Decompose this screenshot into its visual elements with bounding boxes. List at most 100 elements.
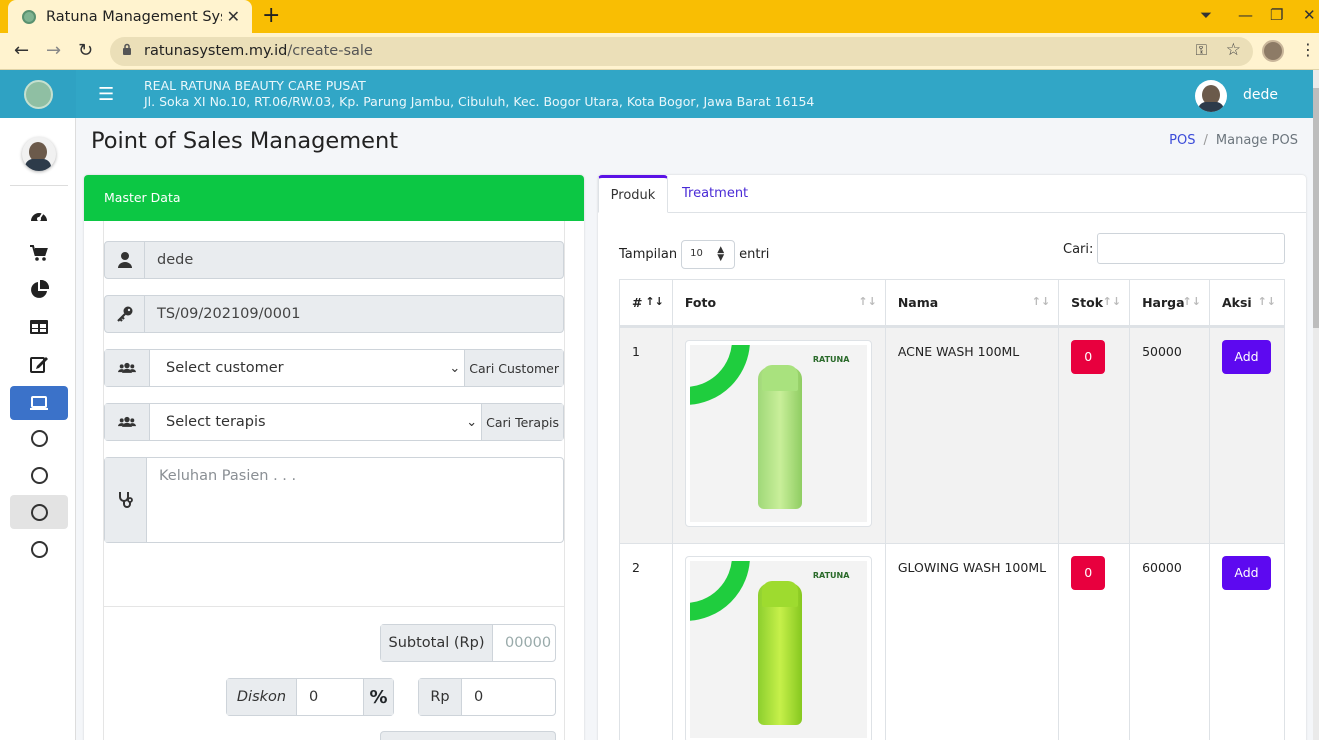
laptop-icon bbox=[30, 396, 48, 410]
row-number: 1 bbox=[619, 326, 673, 544]
edit-icon bbox=[30, 357, 48, 373]
subtotal-input[interactable]: 00000 bbox=[493, 625, 555, 661]
product-price: 50000 bbox=[1129, 326, 1210, 544]
stock-badge: 0 bbox=[1071, 340, 1106, 374]
sort-icon: ↑↓ bbox=[1102, 295, 1122, 308]
sort-icon: ↑↓ bbox=[1182, 295, 1201, 308]
store-name: REAL RATUNA BEAUTY CARE PUSAT bbox=[144, 78, 366, 93]
sort-icon: ↑↓ bbox=[1257, 295, 1276, 308]
sidebar-item-pos[interactable] bbox=[10, 386, 68, 420]
browser-tab-title: Ratuna Management Syst bbox=[46, 8, 222, 25]
subtotal-group: Subtotal (Rp) 00000 bbox=[380, 624, 556, 662]
diskon-input[interactable]: 0 bbox=[297, 679, 363, 715]
password-key-icon[interactable]: ⚿ bbox=[1196, 41, 1207, 59]
table-icon bbox=[30, 320, 48, 334]
header-username[interactable]: dede bbox=[1243, 87, 1278, 103]
transaction-code-field: TS/09/202109/0001 bbox=[104, 295, 564, 333]
breadcrumb-current: Manage POS bbox=[1215, 133, 1298, 148]
minimize-icon[interactable]: — bbox=[1238, 6, 1253, 24]
sidebar-item-dashboard[interactable] bbox=[10, 199, 68, 233]
keluhan-group: Keluhan Pasien . . . bbox=[104, 457, 564, 543]
column-header-aksi[interactable]: Aksi ↑↓ bbox=[1208, 279, 1286, 328]
browser-menu-icon[interactable]: ⋮ bbox=[1300, 40, 1316, 59]
sidebar bbox=[0, 118, 76, 740]
close-tab-icon[interactable]: ✕ bbox=[227, 7, 240, 26]
column-header-foto[interactable]: Foto ↑↓ bbox=[671, 279, 886, 328]
address-bar: ← → ↻ ratunasystem.my.id/create-sale ⚿ ☆… bbox=[0, 33, 1319, 70]
terapis-select[interactable]: Select terapis ⌄ bbox=[150, 404, 481, 440]
breadcrumb-pos-link[interactable]: POS bbox=[1169, 133, 1195, 148]
column-header-stok[interactable]: Stok ↑↓ bbox=[1058, 279, 1131, 328]
new-tab-icon[interactable]: + bbox=[262, 3, 280, 28]
sidebar-item-table[interactable] bbox=[10, 310, 68, 344]
browser-tab[interactable]: Ratuna Management Syst ✕ bbox=[8, 0, 252, 33]
url-host: ratunasystem.my.id bbox=[144, 43, 288, 59]
forward-icon[interactable]: → bbox=[46, 40, 61, 61]
users-icon bbox=[118, 362, 136, 373]
rp-group: Rp 0 bbox=[418, 678, 556, 716]
maximize-icon[interactable]: ❐ bbox=[1270, 6, 1283, 24]
product-table: # ↑↓ Foto ↑↓ Nama ↑↓ Stok ↑↓ Harga ↑↓ Aksi ↑↓ … bbox=[619, 279, 1286, 740]
sidebar-item-reports[interactable] bbox=[10, 273, 68, 307]
next-field-partial bbox=[380, 731, 556, 740]
diskon-group: Diskon 0 % bbox=[226, 678, 394, 716]
profile-avatar-icon[interactable] bbox=[1262, 40, 1284, 62]
rp-input[interactable]: 0 bbox=[462, 679, 555, 715]
column-header-nama[interactable]: Nama ↑↓ bbox=[884, 279, 1060, 328]
sidebar-user-avatar[interactable] bbox=[22, 137, 56, 171]
dashboard-gauge-icon bbox=[31, 212, 47, 221]
column-header-no[interactable]: # ↑↓ bbox=[619, 279, 673, 328]
cari-customer-button[interactable]: Cari Customer bbox=[464, 350, 563, 386]
page-scrollbar[interactable] bbox=[1313, 70, 1319, 740]
breadcrumb: POS / Manage POS bbox=[1169, 133, 1298, 148]
pie-chart-icon bbox=[31, 280, 49, 298]
table-row: 2 RATUNA GLOWING WASH 100ML 0 60000 Add bbox=[619, 543, 1286, 740]
tab-produk[interactable]: Produk bbox=[598, 175, 668, 213]
favicon-icon bbox=[22, 9, 36, 24]
sort-icon: ↑↓ bbox=[1031, 295, 1051, 308]
search-input[interactable] bbox=[1097, 233, 1285, 264]
percent-addon: % bbox=[363, 679, 393, 715]
customer-select[interactable]: Select customer ⌄ bbox=[150, 350, 464, 386]
circle-icon bbox=[30, 466, 48, 484]
url-field[interactable]: ratunasystem.my.id/create-sale ⚿ ☆ bbox=[110, 37, 1253, 66]
app-header: ☰ REAL RATUNA BEAUTY CARE PUSAT Jl. Soka… bbox=[76, 70, 1313, 118]
sort-icon: ↑↓ bbox=[858, 295, 877, 308]
sidebar-item-cart[interactable] bbox=[10, 236, 68, 270]
product-photo: RATUNA bbox=[684, 340, 872, 527]
page-length-select[interactable]: 10 ▲ ▼ bbox=[681, 240, 736, 269]
tab-search-icon[interactable]: ⏷ bbox=[1200, 6, 1212, 24]
sidebar-item-circle-3[interactable] bbox=[10, 495, 68, 529]
users-icon bbox=[118, 416, 136, 427]
window-close-icon[interactable]: ✕ bbox=[1303, 6, 1316, 24]
add-button[interactable]: Add bbox=[1221, 556, 1271, 590]
entri-label: entri bbox=[739, 247, 770, 262]
diskon-label: Diskon bbox=[227, 679, 297, 715]
search-label: Cari: bbox=[1063, 242, 1094, 257]
menu-toggle-icon[interactable]: ☰ bbox=[98, 84, 114, 105]
back-icon[interactable]: ← bbox=[14, 40, 29, 61]
sidebar-item-edit[interactable] bbox=[10, 347, 68, 381]
product-name: GLOWING WASH 100ML bbox=[884, 543, 1060, 740]
column-header-harga[interactable]: Harga ↑↓ bbox=[1129, 279, 1210, 328]
cart-icon bbox=[30, 245, 48, 261]
sidebar-item-circle-2[interactable] bbox=[10, 458, 68, 492]
page-length-control: Tampilan 10 ▲ ▼ entri bbox=[619, 240, 769, 269]
sidebar-item-circle-4[interactable] bbox=[10, 532, 68, 566]
sidebar-item-circle-1[interactable] bbox=[10, 421, 68, 455]
add-button[interactable]: Add bbox=[1221, 340, 1271, 374]
customer-group: Select customer ⌄ Cari Customer bbox=[104, 349, 564, 387]
circle-icon bbox=[30, 429, 48, 447]
reload-icon[interactable]: ↻ bbox=[78, 40, 93, 61]
ratuna-logo[interactable] bbox=[24, 80, 53, 109]
tampilan-label: Tampilan bbox=[619, 247, 678, 262]
circle-icon bbox=[30, 540, 48, 558]
browser-tabbar: Ratuna Management Syst ✕ + ⏷ — ❐ ✕ bbox=[0, 0, 1319, 33]
user-avatar[interactable] bbox=[1195, 80, 1227, 112]
keluhan-textarea[interactable]: Keluhan Pasien . . . bbox=[147, 458, 308, 542]
bookmark-star-icon[interactable]: ☆ bbox=[1226, 40, 1241, 60]
stock-badge: 0 bbox=[1071, 556, 1106, 590]
cari-terapis-button[interactable]: Cari Terapis bbox=[481, 404, 563, 440]
tab-treatment[interactable]: Treatment bbox=[682, 186, 748, 201]
lock-icon bbox=[123, 43, 131, 55]
